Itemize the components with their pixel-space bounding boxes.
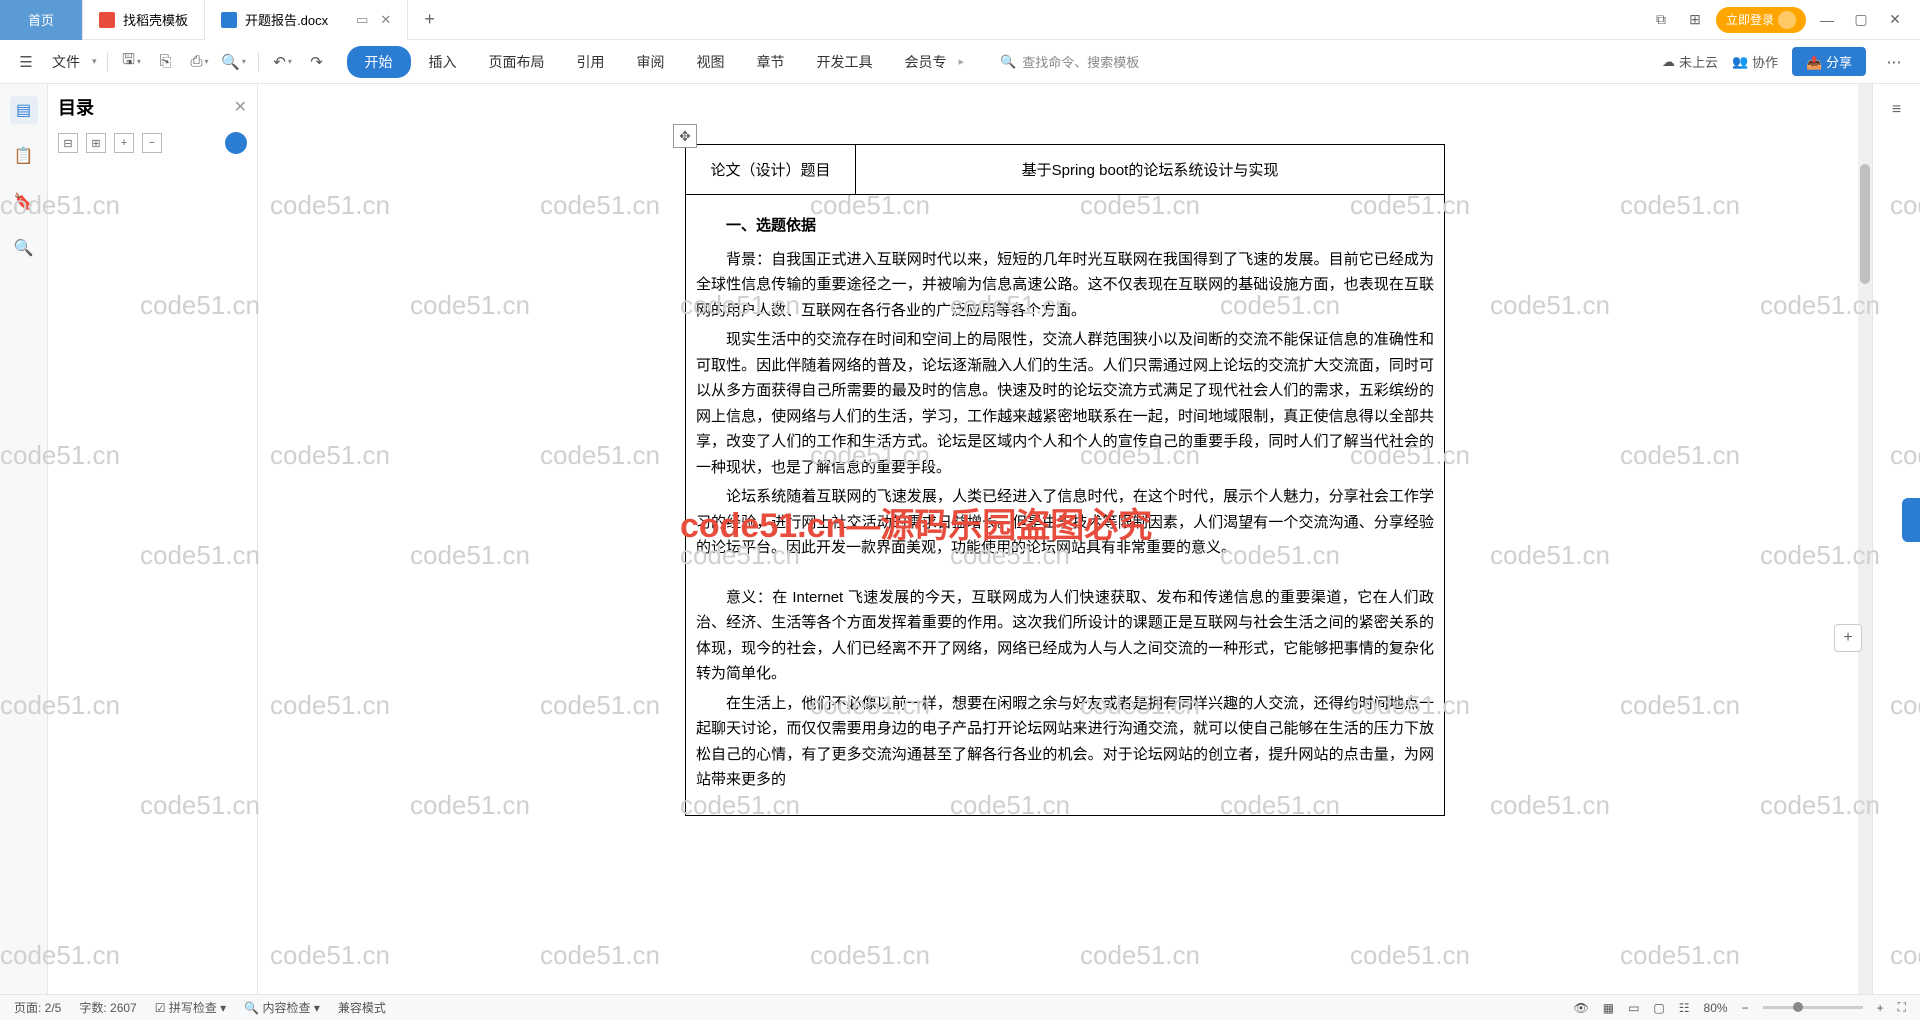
login-button[interactable]: 立即登录 — [1716, 7, 1806, 33]
tab-close-icon[interactable]: ✕ — [380, 12, 391, 28]
main-area: ▤ 📋 🔖 🔍 目录 ✕ ⊟ ⊞ + − ✥ 论文（设计）题目 基于Spring… — [0, 84, 1920, 994]
collapse-icon[interactable]: ⊟ — [58, 133, 78, 153]
add-icon[interactable]: + — [114, 133, 134, 153]
main-menu: 开始 插入 页面布局 引用 审阅 视图 章节 开发工具 会员专 — [347, 46, 961, 78]
menu-start[interactable]: 开始 — [347, 46, 411, 78]
paragraph: 论坛系统随着互联网的飞速发展，人类已经进入了信息时代，在这个时代，展示个人魅力，… — [696, 484, 1434, 561]
menu-reference[interactable]: 引用 — [563, 46, 619, 78]
menu-vip[interactable]: 会员专 — [891, 46, 961, 78]
toc-close-icon[interactable]: ✕ — [234, 97, 247, 117]
tab-add-button[interactable]: + — [408, 9, 451, 30]
bookmark-icon[interactable]: 🔖 — [10, 188, 38, 216]
menu-insert[interactable]: 插入 — [415, 46, 471, 78]
save-icon[interactable]: 🖫 — [118, 48, 146, 76]
undo-icon[interactable]: ↶ — [269, 48, 297, 76]
scrollbar[interactable] — [1858, 84, 1872, 994]
share-button[interactable]: 📤 分享 — [1792, 47, 1866, 76]
document-area[interactable]: ✥ 论文（设计）题目 基于Spring boot的论坛系统设计与实现 一、选题依… — [258, 84, 1872, 994]
tab-window-icon[interactable]: ▭ — [356, 12, 368, 28]
search-box[interactable]: 🔍 查找命令、搜索模板 — [1000, 52, 1139, 71]
content-check[interactable]: 🔍 内容检查 ▾ — [244, 999, 320, 1016]
view-mode-3[interactable]: ▢ — [1653, 1001, 1664, 1015]
fullscreen-icon[interactable]: ⛶ — [1898, 1000, 1906, 1015]
paragraph: 在生活上，他们不必像以前一样，想要在闲暇之余与好友或者是拥有同样兴趣的人交流，还… — [696, 691, 1434, 793]
menu-layout[interactable]: 页面布局 — [475, 46, 559, 78]
compat-mode[interactable]: 兼容模式 — [338, 999, 386, 1016]
tab-home[interactable]: 首页 — [0, 0, 83, 40]
outline-icon[interactable]: ▤ — [10, 96, 38, 124]
clipboard-icon[interactable]: 📋 — [10, 142, 38, 170]
menu-dev[interactable]: 开发工具 — [803, 46, 887, 78]
paragraph: 背景：自我国正式进入互联网时代以来，短短的几年时光互联网在我国得到了飞速的发展。… — [696, 247, 1434, 324]
document-page: ✥ 论文（设计）题目 基于Spring boot的论坛系统设计与实现 一、选题依… — [685, 144, 1445, 994]
expand-icon[interactable]: ⊞ — [86, 133, 106, 153]
statusbar: 页面: 2/5 字数: 2607 ☑ 拼写检查 ▾ 🔍 内容检查 ▾ 兼容模式 … — [0, 994, 1920, 1020]
template-icon — [99, 12, 115, 28]
cloud-status[interactable]: ☁未上云 — [1662, 52, 1718, 71]
toc-title: 目录 — [58, 94, 94, 120]
zoom-out[interactable]: − — [1742, 1001, 1749, 1015]
maximize-icon[interactable]: ▢ — [1848, 7, 1874, 33]
thesis-title: 基于Spring boot的论坛系统设计与实现 — [856, 145, 1444, 194]
redo-icon[interactable]: ↷ — [303, 48, 331, 76]
avatar-icon — [1778, 11, 1796, 29]
tab-label: 开题报告.docx — [245, 10, 328, 29]
preview-icon[interactable]: 🔍 — [220, 48, 248, 76]
view-eye-icon[interactable]: 👁 — [1574, 1001, 1589, 1015]
float-tab[interactable] — [1902, 498, 1920, 542]
print-icon[interactable]: ⎙ — [186, 48, 214, 76]
view-mode-1[interactable]: ▦ — [1603, 1001, 1614, 1015]
menu-review[interactable]: 审阅 — [623, 46, 679, 78]
doc-icon — [221, 12, 237, 28]
zoom-in[interactable]: + — [1877, 1001, 1884, 1015]
paragraph: 现实生活中的交流存在时间和空间上的局限性，交流人群范围狭小以及间断的交流不能保证… — [696, 327, 1434, 480]
ai-icon[interactable] — [225, 132, 247, 154]
remove-icon[interactable]: − — [142, 133, 162, 153]
window-controls: ⧉ ⊞ 立即登录 — ▢ ✕ — [1648, 7, 1920, 33]
find-icon[interactable]: 🔍 — [10, 234, 38, 262]
collab-button[interactable]: 👥协作 — [1732, 52, 1778, 71]
section-heading: 一、选题依据 — [696, 213, 1434, 239]
close-icon[interactable]: ✕ — [1882, 7, 1908, 33]
tab-label: 找稻壳模板 — [123, 10, 188, 29]
menu-icon[interactable]: ☰ — [12, 48, 40, 76]
menu-chapter[interactable]: 章节 — [743, 46, 799, 78]
thesis-label: 论文（设计）题目 — [686, 145, 856, 194]
toolbar: ☰ 文件 ▾ 🖫 ⎘ ⎙ 🔍 ↶ ↷ 开始 插入 页面布局 引用 审阅 视图 章… — [0, 40, 1920, 84]
paragraph: 意义：在 Internet 飞速发展的今天，互联网成为人们快速获取、发布和传递信… — [696, 585, 1434, 687]
word-count[interactable]: 字数: 2607 — [79, 999, 136, 1016]
search-icon: 🔍 — [1000, 54, 1016, 70]
minimize-icon[interactable]: — — [1814, 7, 1840, 33]
tab-template[interactable]: 找稻壳模板 — [83, 0, 205, 40]
add-page-button[interactable]: + — [1834, 624, 1862, 652]
menu-view[interactable]: 视图 — [683, 46, 739, 78]
view-mode-4[interactable]: ☷ — [1679, 1001, 1690, 1015]
move-handle-icon[interactable]: ✥ — [673, 124, 697, 148]
tab-document[interactable]: 开题报告.docx ▭ ✕ — [205, 0, 408, 40]
zoom-level[interactable]: 80% — [1704, 1001, 1728, 1015]
page-indicator[interactable]: 页面: 2/5 — [14, 999, 61, 1016]
grid-icon[interactable]: ⊞ — [1682, 7, 1708, 33]
toc-panel: 目录 ✕ ⊟ ⊞ + − — [48, 84, 258, 994]
export-icon[interactable]: ⎘ — [152, 48, 180, 76]
titlebar: 首页 找稻壳模板 开题报告.docx ▭ ✕ + ⧉ ⊞ 立即登录 — ▢ ✕ — [0, 0, 1920, 40]
left-sidebar: ▤ 📋 🔖 🔍 — [0, 84, 48, 994]
more-icon[interactable]: ⋯ — [1880, 48, 1908, 76]
spell-check[interactable]: ☑ 拼写检查 ▾ — [155, 999, 226, 1016]
file-menu[interactable]: 文件 — [52, 52, 80, 72]
layout-icon[interactable]: ⧉ — [1648, 7, 1674, 33]
panel-toggle-icon[interactable]: ≡ — [1883, 96, 1911, 124]
scroll-thumb[interactable] — [1860, 164, 1870, 284]
zoom-slider[interactable] — [1763, 1006, 1863, 1009]
view-mode-2[interactable]: ▭ — [1628, 1001, 1639, 1015]
